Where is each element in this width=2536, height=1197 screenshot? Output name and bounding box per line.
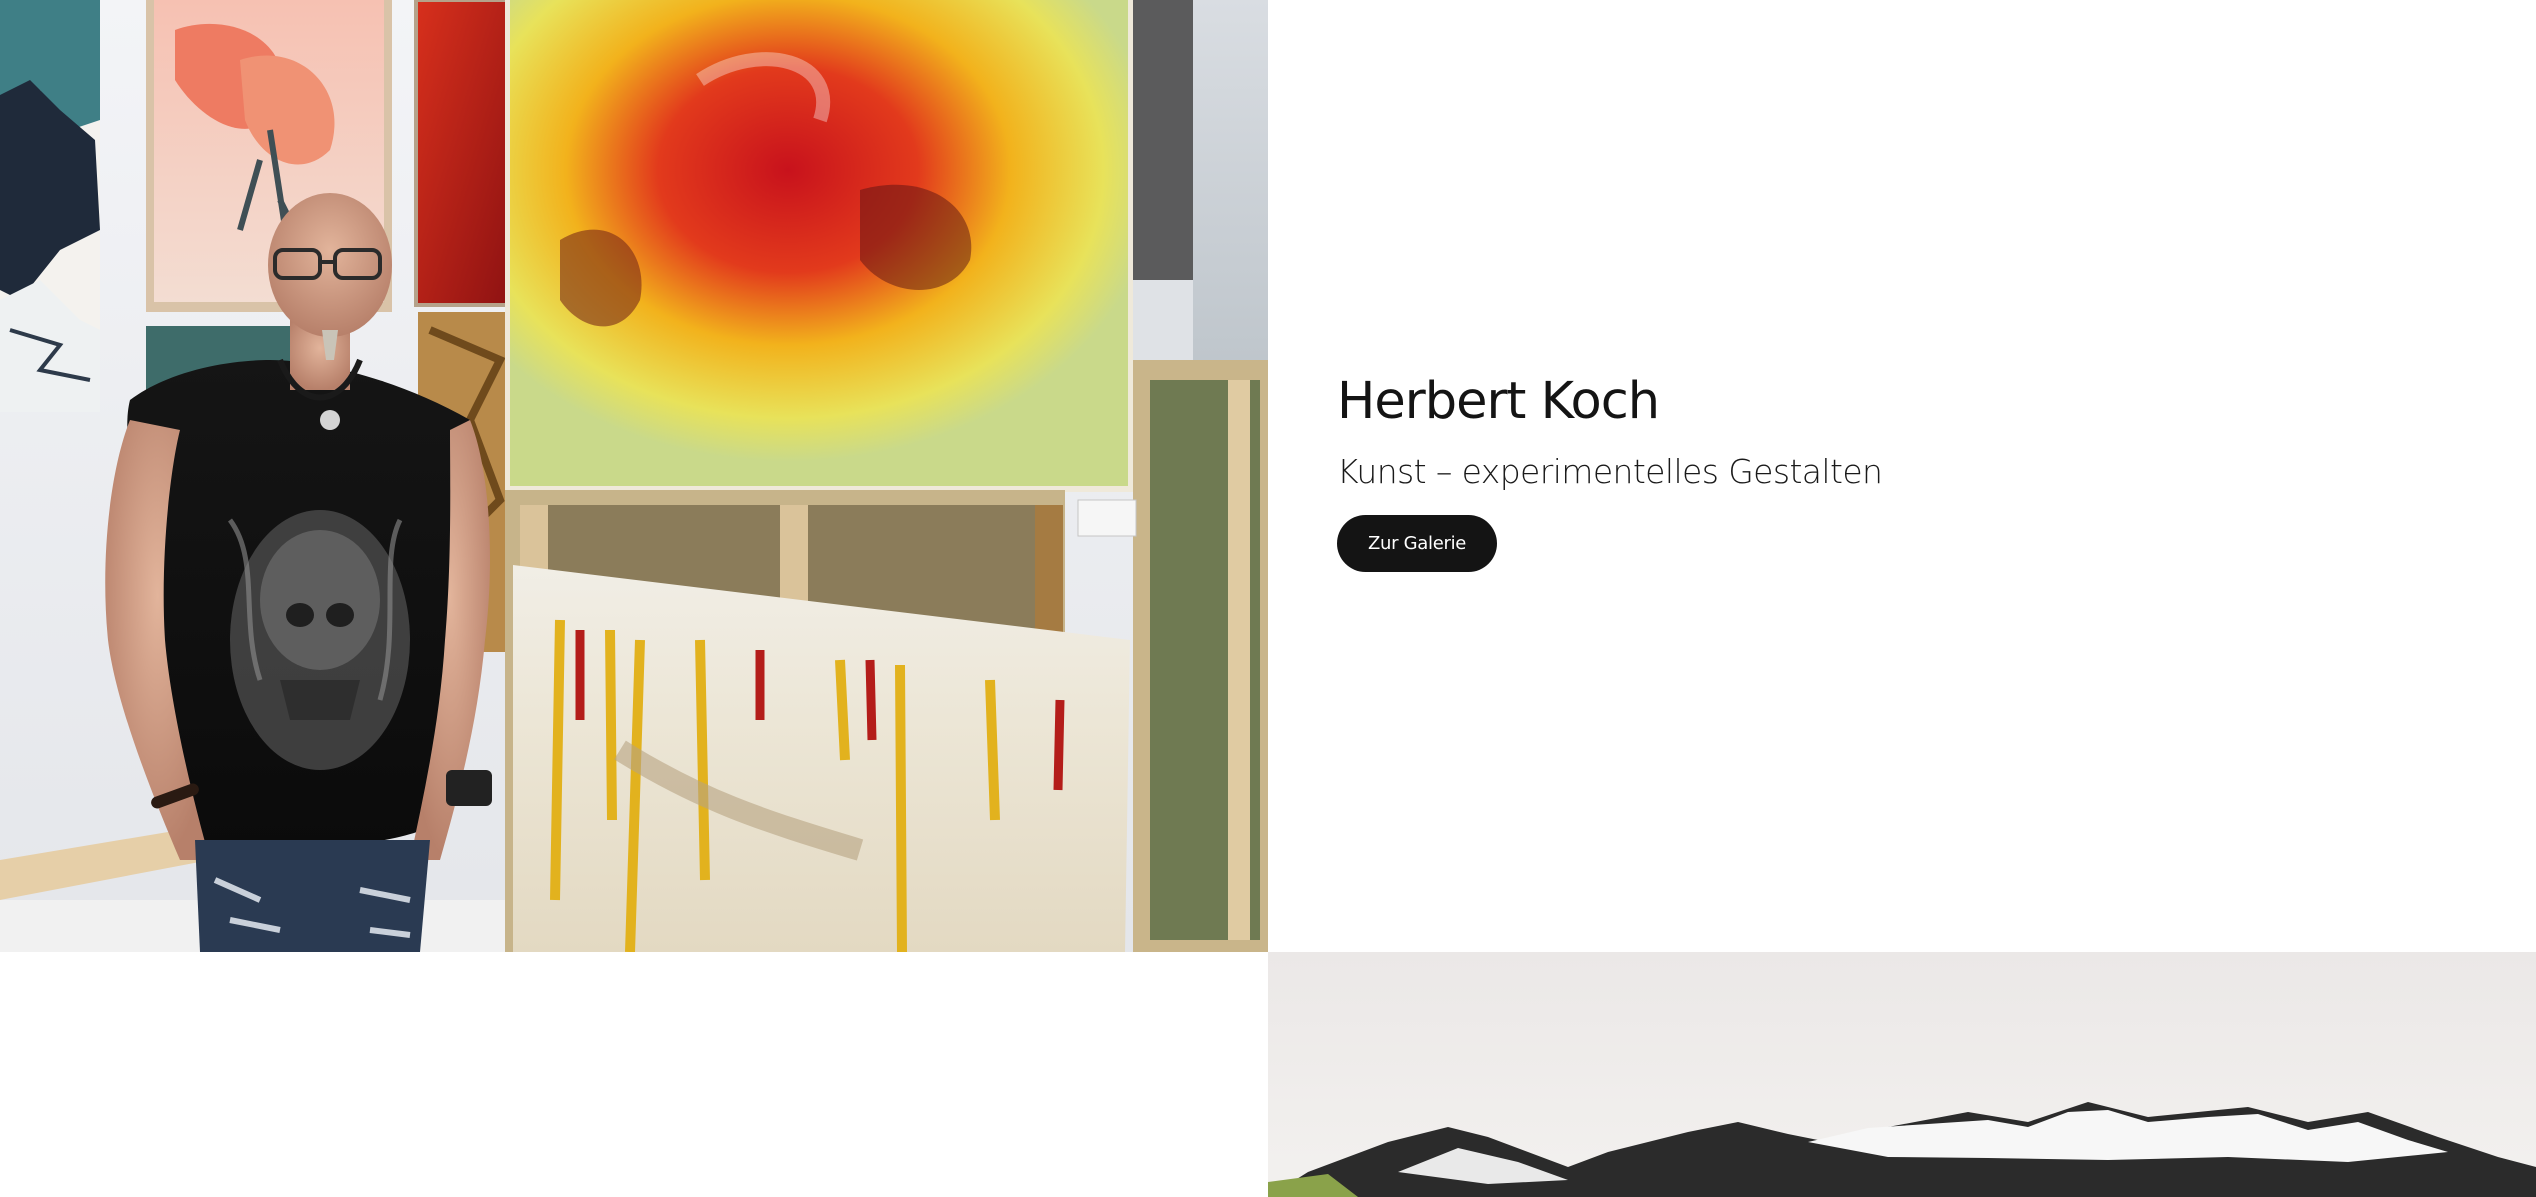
page-subtitle: Kunst – experimentelles Gestalten (1337, 452, 1883, 491)
gallery-button[interactable]: Zur Galerie (1337, 515, 1497, 572)
page-title: Herbert Koch (1337, 372, 1660, 431)
bottom-left-section (0, 952, 1268, 1197)
mountain-photo (1268, 952, 2536, 1197)
page: Herbert Koch Kunst – experimentelles Ges… (0, 0, 2536, 1197)
artist-gallery-image (0, 0, 1268, 952)
hero-photo (0, 0, 1268, 952)
hero-text-section: Herbert Koch Kunst – experimentelles Ges… (1268, 0, 2536, 952)
mountain-painting-image (1268, 952, 2536, 1197)
